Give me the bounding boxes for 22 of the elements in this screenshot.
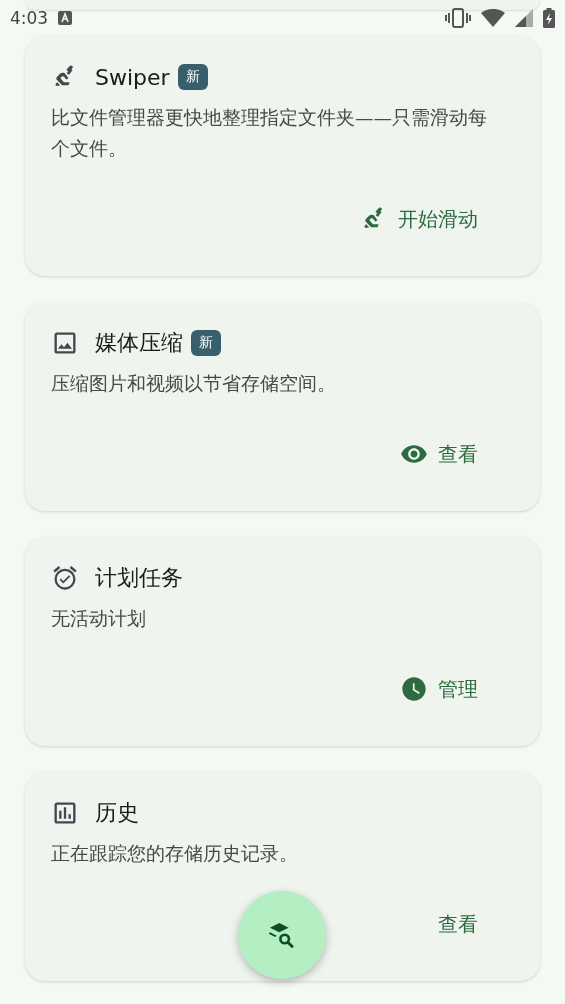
card-title: 媒体压缩 xyxy=(95,329,183,357)
alarm-clock-icon xyxy=(51,564,79,592)
clock-icon xyxy=(400,675,428,703)
card-title: Swiper xyxy=(95,64,170,90)
card-title: 历史 xyxy=(95,799,139,827)
battery-icon xyxy=(543,8,555,28)
vibrate-icon xyxy=(445,8,471,28)
action-button[interactable]: 查看 xyxy=(400,433,478,475)
action-button[interactable]: 管理 xyxy=(400,668,478,710)
card-description: 无活动计划 xyxy=(51,607,147,631)
wifi-icon xyxy=(481,9,505,27)
card-description: 正在跟踪您的存储历史记录。 xyxy=(51,842,299,866)
new-badge: 新 xyxy=(191,330,221,356)
action-button[interactable]: 开始滑动 xyxy=(360,198,478,240)
action-button[interactable]: 查看 xyxy=(438,903,478,945)
new-badge: 新 xyxy=(177,64,208,90)
card-description: 比文件管理器更快地整理指定文件夹——只需滑动每个文件。 xyxy=(51,106,488,161)
card-title: 计划任务 xyxy=(95,564,183,592)
signal-icon xyxy=(515,9,533,27)
status-time: 4:03 xyxy=(10,8,49,28)
notification-icon xyxy=(58,11,73,25)
card-description: 压缩图片和视频以节省存储空间。 xyxy=(51,372,337,396)
